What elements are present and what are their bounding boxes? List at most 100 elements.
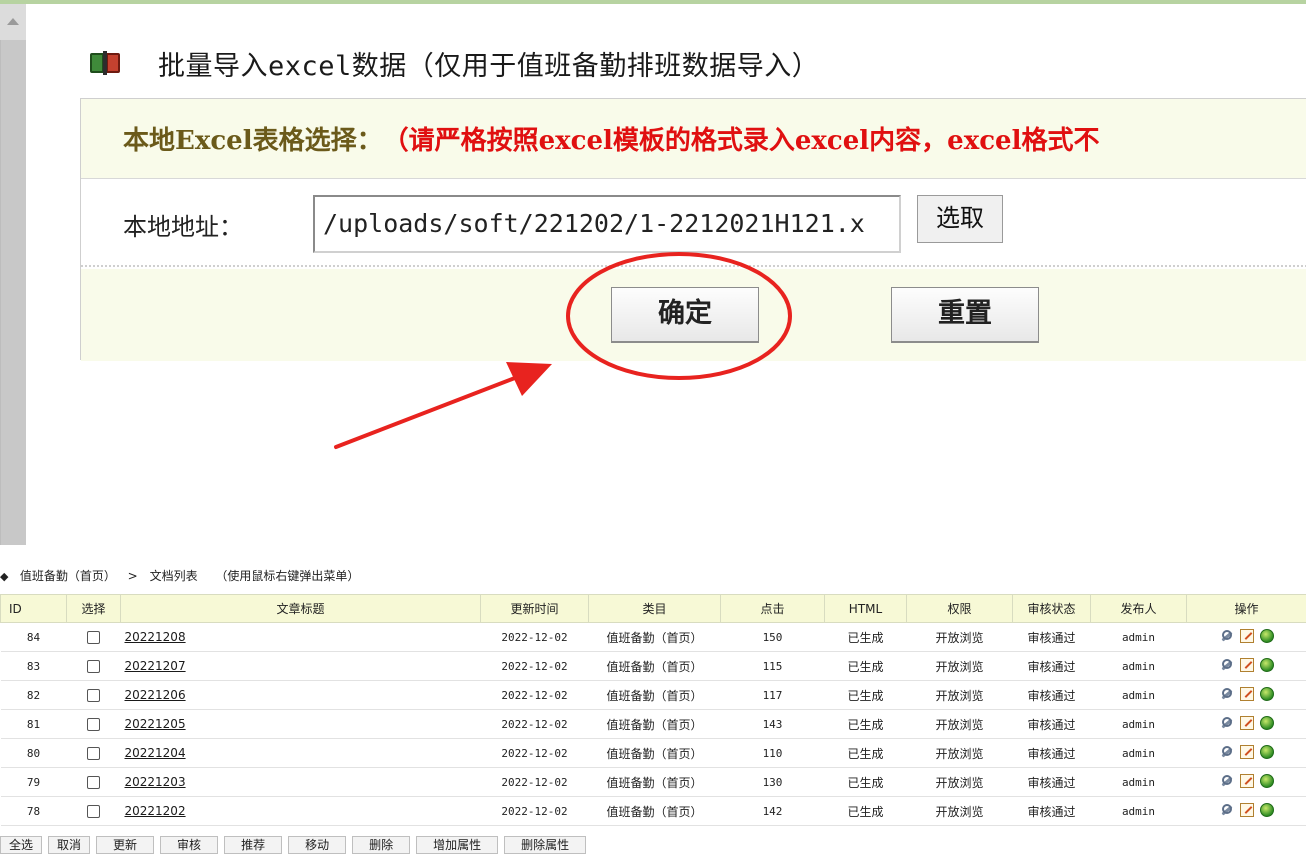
- row-status: 审核通过: [1012, 622, 1091, 652]
- row-operations: [1186, 651, 1306, 681]
- annotation-arrow-shaft: [334, 374, 522, 449]
- row-category[interactable]: 值班备勤（首页）: [588, 651, 721, 681]
- edit-icon[interactable]: [1239, 628, 1254, 643]
- row-checkbox[interactable]: [87, 805, 100, 818]
- row-permission: 开放浏览: [906, 622, 1013, 652]
- preview-globe-icon[interactable]: [1259, 744, 1274, 759]
- preview-globe-icon[interactable]: [1259, 686, 1274, 701]
- row-date: 2022-12-02: [480, 709, 589, 739]
- table-row[interactable]: 81 20221205 2022-12-02 值班备勤（首页） 143 已生成 …: [0, 709, 1306, 739]
- row-date: 2022-12-02: [480, 680, 589, 710]
- update-button[interactable]: 更新: [96, 836, 155, 854]
- row-title-link[interactable]: 20221203: [125, 775, 186, 789]
- row-category[interactable]: 值班备勤（首页）: [588, 738, 721, 768]
- row-checkbox[interactable]: [87, 689, 100, 702]
- scrollbar-track[interactable]: [0, 40, 26, 545]
- move-button[interactable]: 移动: [288, 836, 347, 854]
- row-category[interactable]: 值班备勤（首页）: [588, 680, 721, 710]
- bulk-action-bar: 全选 取消 更新 审核 推荐 移动 删除 增加属性 删除属性: [0, 835, 587, 855]
- row-status: 审核通过: [1012, 709, 1091, 739]
- row-title-link[interactable]: 20221205: [125, 717, 186, 731]
- col-header-id: ID: [0, 594, 67, 623]
- edit-icon[interactable]: [1239, 657, 1254, 672]
- row-publisher: admin: [1090, 796, 1187, 826]
- row-category[interactable]: 值班备勤（首页）: [588, 709, 721, 739]
- hint-warning: （请严格按照excel模板的格式录入excel内容，excel格式不: [382, 126, 1100, 156]
- col-header-title: 文章标题: [120, 594, 481, 623]
- breadcrumb: ◆ 值班备勤（首页） > 文档列表 （使用鼠标右键弹出菜单）: [0, 565, 359, 587]
- confirm-button[interactable]: 确定: [611, 287, 759, 343]
- col-header-updated: 更新时间: [480, 594, 589, 623]
- row-title-link[interactable]: 20221206: [125, 688, 186, 702]
- table-row[interactable]: 79 20221203 2022-12-02 值班备勤（首页） 130 已生成 …: [0, 767, 1306, 797]
- row-title-link[interactable]: 20221207: [125, 659, 186, 673]
- row-category[interactable]: 值班备勤（首页）: [588, 767, 721, 797]
- row-html-status: 已生成: [824, 622, 907, 652]
- table-row[interactable]: 83 20221207 2022-12-02 值班备勤（首页） 115 已生成 …: [0, 651, 1306, 681]
- row-select-cell: [66, 680, 121, 710]
- row-html-status: 已生成: [824, 680, 907, 710]
- row-clicks: 150: [720, 622, 825, 652]
- import-panel: 批量导入excel数据（仅用于值班备勤排班数据导入） 本地Excel表格选择： …: [0, 0, 1306, 545]
- preview-globe-icon[interactable]: [1259, 657, 1274, 672]
- row-date: 2022-12-02: [480, 796, 589, 826]
- reset-button[interactable]: 重置: [891, 287, 1039, 343]
- row-html-status: 已生成: [824, 767, 907, 797]
- breadcrumb-category[interactable]: 值班备勤（首页）: [20, 569, 116, 583]
- edit-icon[interactable]: [1239, 715, 1254, 730]
- select-all-button[interactable]: 全选: [0, 836, 43, 854]
- add-attribute-button[interactable]: 增加属性: [416, 836, 499, 854]
- hint-label: 本地Excel表格选择：: [123, 126, 383, 156]
- table-row[interactable]: 82 20221206 2022-12-02 值班备勤（首页） 117 已生成 …: [0, 680, 1306, 710]
- col-header-publisher: 发布人: [1090, 594, 1187, 623]
- properties-tool-icon[interactable]: [1220, 803, 1234, 817]
- preview-globe-icon[interactable]: [1259, 628, 1274, 643]
- table-row[interactable]: 80 20221204 2022-12-02 值班备勤（首页） 110 已生成 …: [0, 738, 1306, 768]
- properties-tool-icon[interactable]: [1220, 716, 1234, 730]
- properties-tool-icon[interactable]: [1220, 687, 1234, 701]
- table-row[interactable]: 78 20221202 2022-12-02 值班备勤（首页） 142 已生成 …: [0, 796, 1306, 826]
- recommend-button[interactable]: 推荐: [224, 836, 283, 854]
- delete-button[interactable]: 删除: [352, 836, 411, 854]
- properties-tool-icon[interactable]: [1220, 774, 1234, 788]
- edit-icon[interactable]: [1239, 744, 1254, 759]
- preview-globe-icon[interactable]: [1259, 715, 1274, 730]
- row-title-cell: 20221206: [120, 680, 481, 710]
- preview-globe-icon[interactable]: [1259, 773, 1274, 788]
- row-id: 79: [0, 767, 67, 797]
- row-title-cell: 20221204: [120, 738, 481, 768]
- row-permission: 开放浏览: [906, 651, 1013, 681]
- row-category[interactable]: 值班备勤（首页）: [588, 796, 721, 826]
- choose-file-button[interactable]: 选取: [917, 195, 1003, 243]
- row-title-link[interactable]: 20221208: [125, 630, 186, 644]
- row-title-link[interactable]: 20221204: [125, 746, 186, 760]
- file-path-input[interactable]: /uploads/soft/221202/1-2212021H121.x: [313, 195, 901, 253]
- row-select-cell: [66, 709, 121, 739]
- scroll-up-arrow-icon[interactable]: [7, 18, 19, 25]
- col-header-select: 选择: [66, 594, 121, 623]
- row-checkbox[interactable]: [87, 660, 100, 673]
- table-row[interactable]: 84 20221208 2022-12-02 值班备勤（首页） 150 已生成 …: [0, 622, 1306, 652]
- row-title-link[interactable]: 20221202: [125, 804, 186, 818]
- row-id: 80: [0, 738, 67, 768]
- top-border: [0, 0, 1306, 4]
- edit-icon[interactable]: [1239, 773, 1254, 788]
- properties-tool-icon[interactable]: [1220, 745, 1234, 759]
- vertical-scrollbar[interactable]: [0, 4, 26, 545]
- remove-attribute-button[interactable]: 删除属性: [504, 836, 587, 854]
- properties-tool-icon[interactable]: [1220, 658, 1234, 672]
- preview-globe-icon[interactable]: [1259, 802, 1274, 817]
- row-clicks: 110: [720, 738, 825, 768]
- edit-icon[interactable]: [1239, 686, 1254, 701]
- row-publisher: admin: [1090, 709, 1187, 739]
- properties-tool-icon[interactable]: [1220, 629, 1234, 643]
- row-category[interactable]: 值班备勤（首页）: [588, 622, 721, 652]
- row-checkbox[interactable]: [87, 631, 100, 644]
- row-checkbox[interactable]: [87, 776, 100, 789]
- row-checkbox[interactable]: [87, 747, 100, 760]
- row-status: 审核通过: [1012, 651, 1091, 681]
- cancel-selection-button[interactable]: 取消: [48, 836, 91, 854]
- row-checkbox[interactable]: [87, 718, 100, 731]
- audit-button[interactable]: 审核: [160, 836, 219, 854]
- edit-icon[interactable]: [1239, 802, 1254, 817]
